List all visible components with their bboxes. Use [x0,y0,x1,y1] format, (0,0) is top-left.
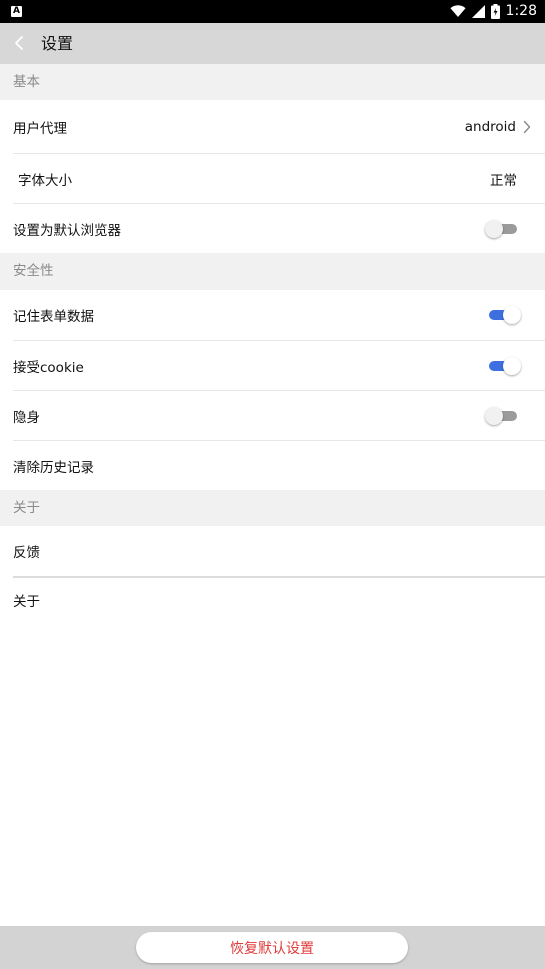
incognito-label: 隐身 [13,409,40,426]
accept-cookie-toggle[interactable] [487,356,521,376]
accept-cookie-label: 接受cookie [13,359,84,376]
setting-row-feedback[interactable]: 反馈 [0,526,545,576]
setting-row-user-agent[interactable]: 用户代理 android [0,100,545,153]
toggle-thumb [503,306,521,324]
setting-row-clear-history[interactable]: 清除历史记录 [0,441,545,490]
remember-form-label: 记住表单数据 [13,309,94,325]
page-title: 设置 [41,34,74,53]
app-bar: 设置 [0,23,545,64]
toggle-thumb [485,406,503,425]
cell-signal-icon [471,5,485,18]
about-label: 关于 [13,594,40,610]
chevron-left-icon[interactable] [9,32,31,54]
bottom-bar: 恢复默认设置 [0,926,545,969]
user-agent-label: 用户代理 [13,120,67,137]
section-header-security: 安全性 [0,253,545,290]
font-size-label: 字体大小 [18,172,72,189]
user-agent-value: android [464,118,516,135]
status-time: 1:28 [505,3,537,19]
setting-row-font-size[interactable]: 字体大小 正常 [0,154,545,203]
chevron-right-icon [523,120,531,133]
section-header-about: 关于 [0,490,545,526]
reset-defaults-button[interactable]: 恢复默认设置 [136,932,408,963]
status-bar: A 1:28 [0,0,545,23]
status-icons: 1:28 [450,0,537,23]
setting-row-about[interactable]: 关于 [0,578,545,622]
remember-form-toggle[interactable] [487,305,521,325]
battery-icon [490,4,500,19]
setting-row-accept-cookie: 接受cookie [0,341,545,390]
section-header-basic: 基本 [0,64,545,100]
toggle-thumb [485,219,503,238]
feedback-label: 反馈 [13,545,40,561]
clear-history-label: 清除历史记录 [13,459,94,476]
font-size-value: 正常 [490,172,517,189]
toggle-thumb [503,356,521,375]
notification-app-icon: A [11,6,22,17]
wifi-icon [450,5,466,17]
default-browser-toggle[interactable] [485,219,519,239]
setting-row-incognito: 隐身 [0,391,545,440]
incognito-toggle[interactable] [485,406,519,426]
setting-row-remember-form: 记住表单数据 [0,290,545,340]
setting-row-default-browser: 设置为默认浏览器 [0,204,545,253]
default-browser-label: 设置为默认浏览器 [13,222,121,239]
